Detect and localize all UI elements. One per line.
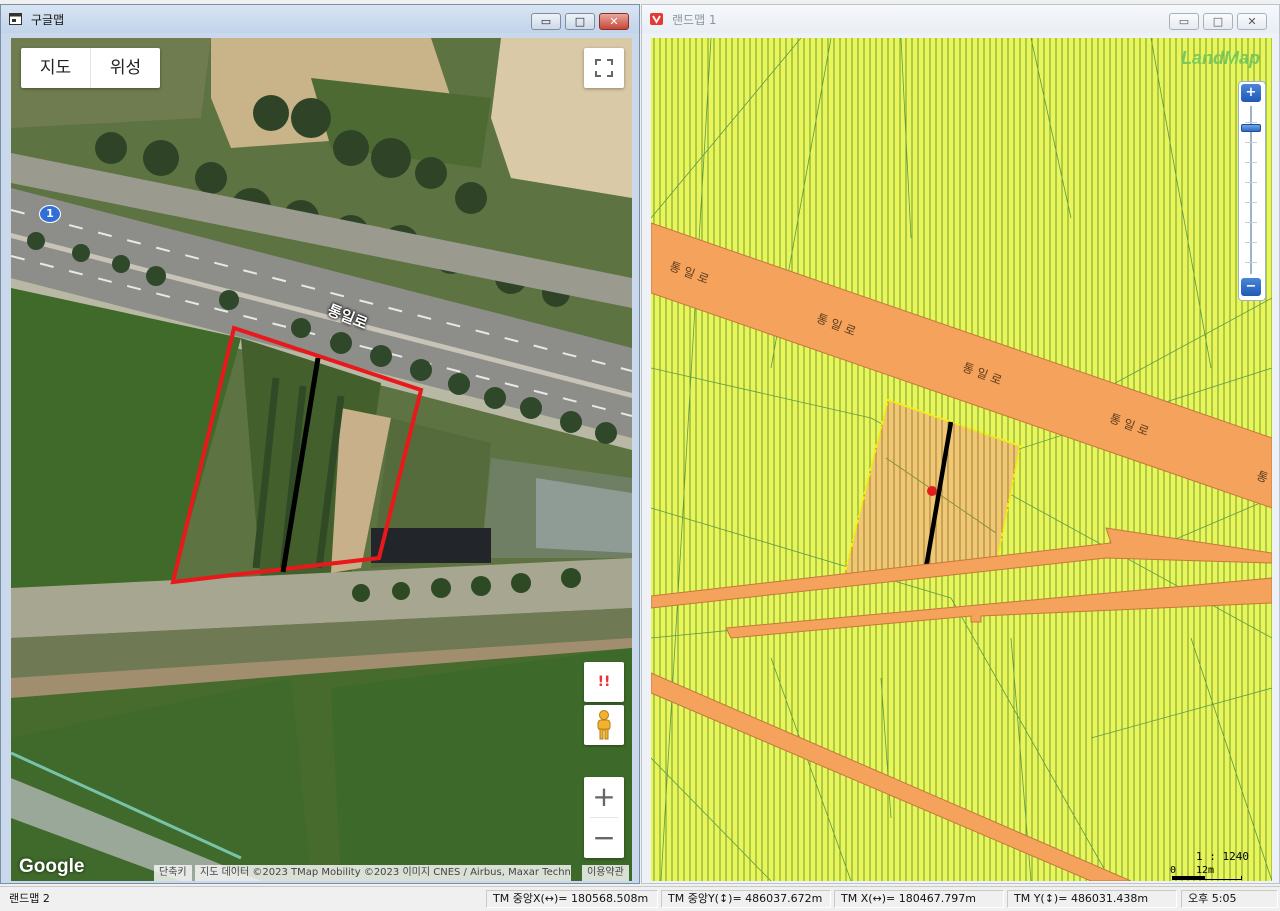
right-titlebar[interactable]: 랜드맵 1 ▭ □ ✕	[642, 5, 1279, 33]
map-type-toggle: 지도 위성	[21, 48, 160, 88]
zoning-map	[651, 38, 1272, 881]
fullscreen-icon	[595, 59, 613, 77]
status-tm-x: TM X(↔)= 180467.797m	[834, 890, 1004, 908]
zoom-tick	[1245, 262, 1257, 263]
landmap-window: 랜드맵 1 ▭ □ ✕ 통 일 로 통 일 로 통 일 로 통 일 로 통 La…	[641, 4, 1280, 884]
close-button[interactable]: ✕	[1237, 13, 1267, 30]
status-clock: 오후 5:05	[1181, 890, 1278, 908]
cadastral-map[interactable]: 통 일 로 통 일 로 통 일 로 통 일 로 통 LandMap + − 1 …	[651, 38, 1272, 881]
keyboard-shortcuts-link[interactable]: 단축키	[154, 865, 192, 881]
zoom-in-button[interactable]: +	[1241, 84, 1261, 102]
status-window-name: 랜드맵 2	[9, 892, 50, 905]
minimize-button[interactable]: ▭	[1169, 13, 1199, 30]
zoom-tick	[1245, 162, 1257, 163]
map-type-tab-satellite[interactable]: 위성	[91, 48, 160, 88]
close-button[interactable]: ✕	[599, 13, 629, 30]
zoom-tick	[1245, 122, 1257, 123]
status-bar: 랜드맵 2 TM 중앙X(↔)= 180568.508m TM 중앙Y(↕)= …	[0, 886, 1280, 911]
app-window-icon	[9, 13, 22, 25]
zoom-control: + −	[584, 777, 624, 858]
maximize-button[interactable]: □	[565, 13, 595, 30]
landmap-logo: LandMap	[1181, 48, 1260, 68]
zoom-out-button[interactable]: −	[584, 818, 624, 858]
zoom-tick	[1245, 182, 1257, 183]
scale-distance: 12m	[1196, 865, 1215, 876]
scale-ratio: 1 : 1240	[1196, 850, 1249, 863]
landmap-app-icon	[650, 13, 663, 25]
scale-bar	[1172, 876, 1242, 880]
satellite-map[interactable]: 1 통일로 지도 위성 !! + − Google 단축키 지도 데이터 ©20…	[11, 38, 632, 881]
zoom-tick	[1245, 142, 1257, 143]
window-title: 랜드맵 1	[672, 13, 717, 27]
route-badge: 1	[39, 205, 61, 223]
zoom-slider[interactable]: + −	[1238, 81, 1266, 301]
status-tm-y: TM Y(↕)= 486031.438m	[1007, 890, 1177, 908]
google-map-window: 구글맵 ▭ □ ✕ 1 통일로 지도 위성 !! + − Google 단축키 …	[0, 4, 640, 884]
report-button[interactable]: !!	[584, 662, 624, 702]
zoom-tick	[1245, 242, 1257, 243]
status-tm-center-x: TM 중앙X(↔)= 180568.508m	[486, 890, 658, 908]
scale-zero: 0	[1170, 865, 1177, 876]
fullscreen-button[interactable]	[584, 48, 624, 88]
zoom-tick	[1245, 222, 1257, 223]
left-titlebar[interactable]: 구글맵 ▭ □ ✕	[1, 5, 639, 33]
map-attribution: 지도 데이터 ©2023 TMap Mobility ©2023 이미지 CNE…	[195, 865, 571, 881]
window-title: 구글맵	[31, 13, 65, 27]
google-logo: Google	[19, 856, 85, 877]
zoom-handle[interactable]	[1241, 124, 1261, 132]
terms-link[interactable]: 이용약관	[582, 865, 629, 881]
pegman-icon	[597, 710, 611, 740]
zoom-in-button[interactable]: +	[584, 777, 624, 817]
minimize-button[interactable]: ▭	[531, 13, 561, 30]
street-view-pegman[interactable]	[584, 705, 624, 745]
zoom-tick	[1245, 202, 1257, 203]
satellite-imagery	[11, 38, 632, 881]
zoom-out-button[interactable]: −	[1241, 278, 1261, 296]
status-tm-center-y: TM 중앙Y(↕)= 486037.672m	[661, 890, 831, 908]
map-type-tab-map[interactable]: 지도	[21, 48, 91, 88]
maximize-button[interactable]: □	[1203, 13, 1233, 30]
